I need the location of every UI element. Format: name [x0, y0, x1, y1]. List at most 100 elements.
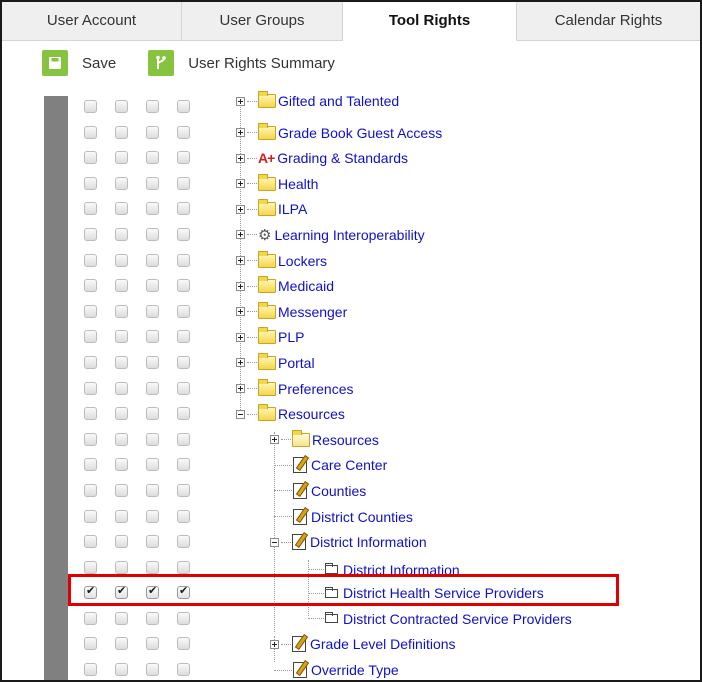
expand-icon[interactable] [270, 639, 279, 649]
read-checkbox[interactable] [84, 458, 97, 472]
delete-checkbox[interactable] [177, 381, 190, 395]
delete-checkbox[interactable] [177, 432, 190, 446]
delete-checkbox[interactable] [177, 483, 190, 497]
read-checkbox[interactable] [84, 202, 97, 216]
read-checkbox[interactable] [84, 432, 97, 446]
tab-calendar-rights[interactable]: Calendar Rights [517, 2, 700, 40]
write-checkbox[interactable] [115, 381, 128, 395]
add-checkbox[interactable] [146, 227, 159, 241]
write-checkbox[interactable] [115, 125, 128, 139]
add-checkbox[interactable] [146, 560, 159, 574]
expand-icon[interactable] [236, 358, 245, 368]
add-checkbox[interactable] [146, 637, 159, 651]
add-checkbox[interactable] [146, 151, 159, 165]
delete-checkbox[interactable] [177, 535, 190, 549]
add-checkbox[interactable] [146, 663, 159, 677]
write-checkbox[interactable] [115, 611, 128, 625]
delete-checkbox[interactable] [177, 253, 190, 267]
expand-icon[interactable] [270, 435, 279, 445]
delete-checkbox[interactable] [177, 279, 190, 293]
delete-checkbox[interactable] [177, 637, 190, 651]
tree-node-label[interactable]: Health [278, 176, 318, 192]
tree-node-label[interactable]: Lockers [278, 253, 327, 269]
tree-node-label[interactable]: Gifted and Talented [278, 93, 399, 109]
tree-node-label[interactable]: Portal [278, 355, 315, 371]
delete-checkbox[interactable] [177, 202, 190, 216]
write-checkbox[interactable] [115, 202, 128, 216]
expand-icon[interactable] [236, 256, 245, 266]
delete-checkbox[interactable] [177, 458, 190, 472]
read-checkbox[interactable] [84, 100, 97, 113]
add-checkbox[interactable] [146, 253, 159, 267]
read-checkbox[interactable] [84, 509, 97, 523]
write-checkbox[interactable] [115, 663, 128, 677]
read-checkbox[interactable] [84, 330, 97, 344]
write-checkbox[interactable] [115, 100, 128, 113]
collapse-icon[interactable] [270, 537, 279, 547]
read-checkbox[interactable] [84, 637, 97, 651]
tree-node-label[interactable]: ILPA [278, 201, 307, 217]
delete-checkbox[interactable] [177, 125, 190, 139]
write-checkbox[interactable] [115, 535, 128, 549]
expand-icon[interactable] [236, 281, 245, 291]
tree-node-label[interactable]: Counties [311, 483, 366, 499]
read-checkbox[interactable] [84, 407, 97, 421]
read-checkbox[interactable] [84, 560, 97, 574]
write-checkbox[interactable] [115, 227, 128, 241]
write-checkbox[interactable] [115, 560, 128, 574]
read-checkbox[interactable] [84, 355, 97, 369]
add-checkbox[interactable] [146, 100, 159, 113]
write-checkbox[interactable] [115, 432, 128, 446]
delete-checkbox[interactable] [177, 611, 190, 625]
read-checkbox[interactable] [84, 304, 97, 318]
add-checkbox[interactable] [146, 432, 159, 446]
tree-node-label[interactable]: Resources [312, 432, 379, 448]
add-checkbox[interactable] [146, 202, 159, 216]
read-checkbox[interactable] [84, 483, 97, 497]
save-button[interactable]: Save [42, 50, 116, 76]
write-checkbox[interactable] [115, 509, 128, 523]
read-checkbox[interactable] [84, 151, 97, 165]
add-checkbox[interactable] [146, 509, 159, 523]
expand-icon[interactable] [236, 96, 245, 106]
write-checkbox[interactable] [115, 304, 128, 318]
add-checkbox[interactable] [146, 125, 159, 139]
add-checkbox[interactable] [146, 407, 159, 421]
user-rights-summary-button[interactable]: User Rights Summary [148, 50, 335, 76]
tree-node-label[interactable]: Resources [278, 406, 345, 422]
write-checkbox[interactable] [115, 330, 128, 344]
add-checkbox[interactable] [146, 330, 159, 344]
tree-node-label[interactable]: District Contracted Service Providers [343, 611, 572, 627]
tree-node-label[interactable]: Medicaid [278, 278, 334, 294]
write-checkbox[interactable] [115, 151, 128, 165]
read-checkbox[interactable] [84, 125, 97, 139]
add-checkbox[interactable] [146, 381, 159, 395]
read-checkbox[interactable] [84, 535, 97, 549]
tree-node-label[interactable]: Grade Book Guest Access [278, 125, 442, 141]
add-checkbox[interactable] [146, 458, 159, 472]
write-checkbox[interactable] [115, 637, 128, 651]
add-checkbox[interactable] [146, 279, 159, 293]
add-checkbox[interactable] [146, 611, 159, 625]
add-checkbox[interactable] [146, 483, 159, 497]
read-checkbox[interactable] [84, 279, 97, 293]
add-checkbox[interactable] [146, 355, 159, 369]
write-checkbox[interactable] [115, 253, 128, 267]
write-checkbox[interactable] [115, 279, 128, 293]
collapse-icon[interactable] [236, 409, 245, 419]
expand-icon[interactable] [236, 204, 245, 214]
tree-node-label[interactable]: Messenger [278, 304, 347, 320]
delete-checkbox[interactable] [177, 304, 190, 318]
tab-user-account[interactable]: User Account [2, 2, 182, 40]
tree-node-label[interactable]: Override Type [311, 662, 399, 678]
tab-user-groups[interactable]: User Groups [182, 2, 343, 40]
expand-icon[interactable] [236, 128, 245, 138]
tree-node-label[interactable]: Grade Level Definitions [310, 636, 456, 652]
add-checkbox[interactable] [146, 176, 159, 190]
write-checkbox[interactable] [115, 355, 128, 369]
tab-tool-rights[interactable]: Tool Rights [343, 2, 517, 41]
write-checkbox[interactable] [115, 407, 128, 421]
write-checkbox[interactable] [115, 458, 128, 472]
expand-icon[interactable] [236, 230, 245, 240]
tree-node-label[interactable]: District Information [310, 534, 427, 550]
